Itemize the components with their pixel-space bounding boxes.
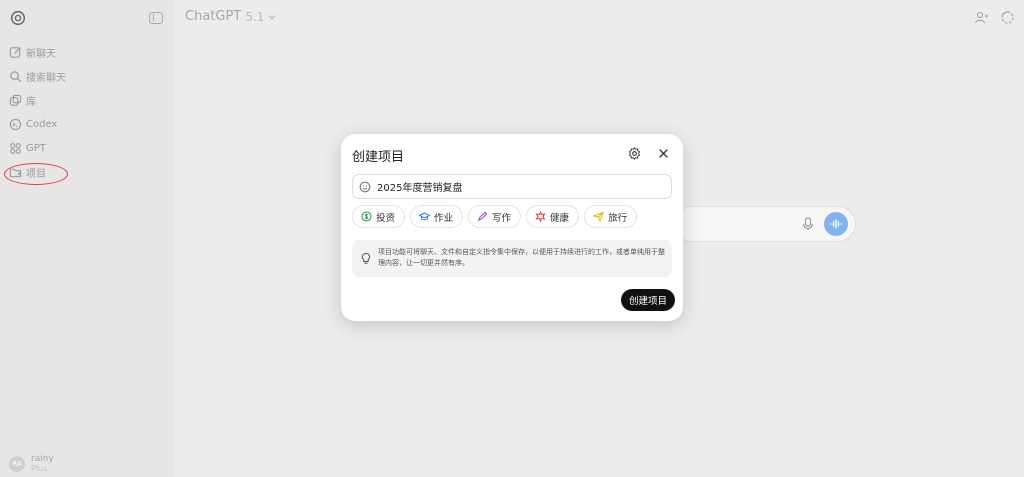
sidebar-item-label: 库 [26, 96, 36, 108]
chip-label: 健康 [550, 212, 570, 224]
gear-icon[interactable] [628, 147, 641, 160]
emoji-icon[interactable] [359, 181, 371, 193]
chip-label: 投资 [376, 212, 396, 224]
lightbulb-icon [361, 252, 371, 264]
model-version: 5.1 [245, 9, 265, 24]
chip-label: 作业 [434, 212, 454, 224]
project-name-input[interactable] [377, 181, 657, 192]
waveform-icon [830, 219, 842, 229]
sidebar: 新聊天 搜索聊天 库 Codex GPT 项目 RA rainy Plus [0, 0, 174, 477]
sidebar-item-library[interactable]: 库 [9, 90, 36, 110]
info-text: 项目功能可将聊天、文件和自定义指令集中保存，以便用于持续进行的工作，或者单纯用于… [378, 248, 665, 267]
sidebar-item-label: Codex [26, 118, 58, 130]
chip-travel[interactable]: 旅行 [584, 205, 638, 228]
user-profile[interactable]: RA rainy Plus [9, 454, 54, 473]
sidebar-toggle-icon[interactable] [149, 12, 163, 24]
close-icon[interactable] [657, 147, 670, 160]
graduation-cap-icon [419, 212, 431, 221]
model-selector[interactable]: ChatGPT 5.1 [185, 9, 276, 24]
voice-mode-button[interactable] [824, 212, 848, 236]
pen-icon [477, 211, 488, 222]
plane-icon [593, 211, 604, 222]
edit-icon [9, 46, 21, 58]
user-plan: Plus [31, 464, 48, 473]
grid-icon [10, 142, 21, 154]
dialog-title: 创建项目 [352, 150, 405, 165]
search-icon [10, 70, 22, 82]
sidebar-item-label: GPT [26, 142, 46, 154]
sidebar-item-label: 搜索聊天 [26, 72, 66, 84]
codex-icon [9, 118, 22, 130]
chip-health[interactable]: 健康 [526, 205, 580, 228]
model-name: ChatGPT [185, 9, 242, 24]
microphone-icon[interactable] [802, 217, 814, 231]
sidebar-item-search-chat[interactable]: 搜索聊天 [9, 66, 66, 86]
create-project-button[interactable]: 创建项目 [621, 289, 676, 311]
chatgpt-logo-icon[interactable] [10, 10, 26, 26]
avatar: RA [9, 455, 25, 472]
info-box: 项目功能可将聊天、文件和自定义指令集中保存，以便用于持续进行的工作，或者单纯用于… [352, 240, 672, 277]
chip-label: 写作 [492, 212, 512, 224]
dollar-icon [361, 211, 372, 222]
library-icon [9, 94, 22, 106]
add-person-icon[interactable] [974, 10, 989, 25]
user-name: rainy [31, 454, 54, 464]
project-name-field[interactable] [352, 174, 672, 199]
health-icon [535, 211, 546, 222]
sidebar-item-codex[interactable]: Codex [9, 114, 57, 134]
create-project-dialog: 创建项目 投资 作业 写作 健康 旅行 项目功能可将聊天、文件和自定义指令集中保… [341, 134, 683, 321]
chip-writing[interactable]: 写作 [468, 205, 522, 228]
category-chips: 投资 作业 写作 健康 旅行 [352, 205, 638, 228]
sidebar-item-new-chat[interactable]: 新聊天 [9, 42, 56, 62]
sidebar-item-label: 新聊天 [26, 48, 56, 60]
annotation-circle [4, 163, 68, 185]
chip-label: 旅行 [608, 212, 628, 224]
chevron-down-icon [268, 14, 276, 19]
sidebar-item-gpt[interactable]: GPT [9, 138, 46, 158]
chip-homework[interactable]: 作业 [410, 205, 464, 228]
chip-investment[interactable]: 投资 [352, 205, 406, 228]
temporary-chat-icon[interactable] [1000, 10, 1015, 25]
